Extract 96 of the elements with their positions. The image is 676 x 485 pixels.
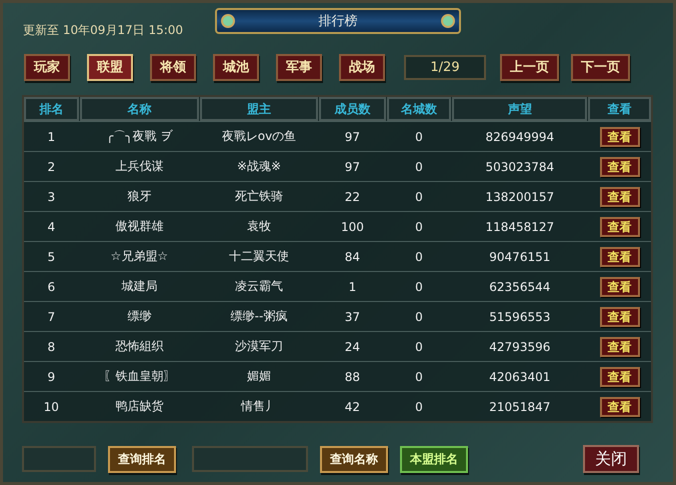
column-header: 成员数 xyxy=(319,97,386,121)
leader-cell-text: 十二翼天使 xyxy=(228,248,290,265)
rank-cell-text: 9 xyxy=(46,368,56,386)
rank-cell-text: 2 xyxy=(46,158,56,176)
column-header: 声望 xyxy=(452,97,588,121)
name-cell-text: 恐怖組织 xyxy=(114,338,164,355)
next-page-button[interactable]: 下一页 xyxy=(571,54,630,80)
rank-cell-text: 6 xyxy=(46,278,56,296)
cities-cell-text: 0 xyxy=(414,368,424,386)
cities-cell-text: 0 xyxy=(414,278,424,296)
category-tab[interactable]: 军事 xyxy=(276,54,322,80)
column-header: 排名 xyxy=(24,97,79,121)
window-title: 排行榜 xyxy=(318,13,358,30)
gem-icon xyxy=(441,14,455,28)
members-cell-text: 37 xyxy=(344,308,362,326)
leader-cell-text: 情售丿 xyxy=(240,398,278,415)
leader-cell-text: 凌云霸气 xyxy=(234,278,284,295)
view-button[interactable]: 查看 xyxy=(600,366,640,386)
query-button[interactable]: 查询排名 xyxy=(108,446,176,472)
prestige-cell-text: 42063401 xyxy=(488,368,552,386)
rank-cell-text: 4 xyxy=(46,218,56,236)
view-button[interactable]: 查看 xyxy=(600,216,640,236)
view-button[interactable]: 查看 xyxy=(600,186,640,206)
members-cell-text: 1 xyxy=(348,278,358,296)
category-tab[interactable]: 将领 xyxy=(150,54,196,80)
rank-cell-text: 3 xyxy=(46,188,56,206)
query-button[interactable]: 查询名称 xyxy=(320,446,388,472)
cities-cell-text: 0 xyxy=(414,398,424,416)
members-cell-text: 97 xyxy=(344,158,362,176)
own-rank-button[interactable]: 本盟排名 xyxy=(400,446,468,472)
cities-cell-text: 0 xyxy=(414,158,424,176)
name-cell-text: 城建局 xyxy=(120,278,158,295)
view-button[interactable]: 查看 xyxy=(600,336,640,356)
prestige-cell-text: 21051847 xyxy=(488,398,552,416)
rank-input-field[interactable] xyxy=(22,446,96,472)
prestige-cell-text: 90476151 xyxy=(488,248,552,266)
column-header: 名城数 xyxy=(386,97,452,121)
view-button[interactable]: 查看 xyxy=(600,156,640,176)
rank-cell-text: 8 xyxy=(46,338,56,356)
update-time: 更新至 10年09月17日 15:00 xyxy=(23,22,184,38)
members-cell-text: 97 xyxy=(344,128,362,146)
prestige-cell-text: 826949994 xyxy=(484,128,556,146)
members-cell-text: 100 xyxy=(340,218,365,236)
cities-cell-text: 0 xyxy=(414,248,424,266)
close-button[interactable]: 关闭 xyxy=(583,445,639,473)
view-button[interactable]: 查看 xyxy=(600,276,640,296)
leader-cell-text: 媚媚 xyxy=(246,368,272,385)
rank-cell-text: 1 xyxy=(46,128,56,146)
previous-page-button[interactable]: 上一页 xyxy=(500,54,559,80)
cities-cell-text: 0 xyxy=(414,218,424,236)
leader-cell-text: 袁牧 xyxy=(246,218,272,235)
prestige-cell-text: 138200157 xyxy=(484,188,556,206)
leader-cell-text: 沙漠军刀 xyxy=(234,338,284,355)
rank-cell-text: 10 xyxy=(42,398,60,416)
leader-cell-text: 缥缈--粥疯 xyxy=(230,308,288,325)
category-tab[interactable]: 联盟 xyxy=(87,54,133,80)
view-button[interactable]: 查看 xyxy=(600,246,640,266)
name-cell-text: 上兵伐谋 xyxy=(114,158,164,175)
name-cell-text: 缥缈 xyxy=(126,308,152,325)
category-tab[interactable]: 城池 xyxy=(213,54,259,80)
leader-cell-text: 死亡铁骑 xyxy=(234,188,284,205)
members-cell-text: 24 xyxy=(344,338,362,356)
name-cell-text: 傲视群雄 xyxy=(114,218,164,235)
prestige-cell-text: 51596553 xyxy=(488,308,552,326)
prestige-cell-text: 42793596 xyxy=(488,338,552,356)
cities-cell-text: 0 xyxy=(414,188,424,206)
prestige-cell-text: 62356544 xyxy=(488,278,552,296)
name-input-field[interactable] xyxy=(192,446,308,472)
column-header: 名称 xyxy=(80,97,199,121)
gem-icon xyxy=(221,14,235,28)
column-header: 盟主 xyxy=(200,97,318,121)
view-button[interactable]: 查看 xyxy=(600,306,640,326)
prestige-cell-text: 503023784 xyxy=(484,158,556,176)
rank-cell-text: 5 xyxy=(46,248,56,266)
name-cell-text: ╭⌒╮夜戰 ヺ xyxy=(105,128,174,145)
cities-cell-text: 0 xyxy=(414,128,424,146)
members-cell-text: 42 xyxy=(344,398,362,416)
view-button[interactable]: 查看 xyxy=(600,396,640,416)
name-cell-text: 狼牙 xyxy=(126,188,152,205)
members-cell-text: 22 xyxy=(344,188,362,206)
cities-cell-text: 0 xyxy=(414,308,424,326)
page-indicator: 1/29 xyxy=(404,54,486,80)
category-tab[interactable]: 战场 xyxy=(339,54,385,80)
name-cell-text: 鸭店缺货 xyxy=(114,398,164,415)
rank-cell-text: 7 xyxy=(46,308,56,326)
leader-cell-text: 夜戰レovの鱼 xyxy=(220,128,298,145)
column-header: 查看 xyxy=(588,97,651,121)
prestige-cell-text: 118458127 xyxy=(484,218,556,236)
name-cell-text: 〖铁血皇朝〗 xyxy=(102,368,176,385)
view-button[interactable]: 查看 xyxy=(600,126,640,146)
name-cell-text: ☆兄弟盟☆ xyxy=(110,248,170,265)
leader-cell-text: ※战魂※ xyxy=(236,158,282,175)
members-cell-text: 88 xyxy=(344,368,362,386)
cities-cell-text: 0 xyxy=(414,338,424,356)
members-cell-text: 84 xyxy=(344,248,362,266)
category-tab[interactable]: 玩家 xyxy=(24,54,70,80)
